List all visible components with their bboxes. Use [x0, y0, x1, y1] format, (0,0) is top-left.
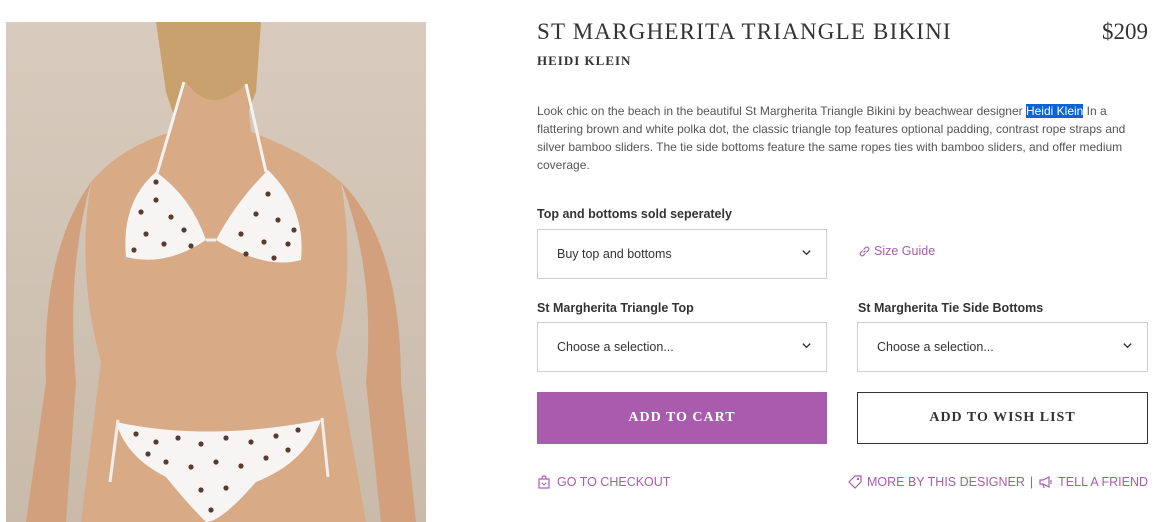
link-icon: [859, 246, 870, 256]
shopping-bag-icon: [538, 475, 550, 489]
bottoms-select-label: St Margherita Tie Side Bottoms: [858, 301, 1044, 315]
description-text: Look chic on the beach in the beautiful …: [537, 104, 1026, 118]
tell-a-friend-label: TELL A FRIEND: [1058, 475, 1148, 489]
product-title: ST MARGHERITA TRIANGLE BIKINI: [537, 19, 952, 44]
product-image: [6, 22, 426, 522]
add-to-cart-button[interactable]: ADD TO CART: [537, 392, 827, 444]
chevron-down-icon: [802, 343, 811, 349]
product-brand: HEIDI KLEIN: [537, 53, 632, 68]
chevron-down-icon: [802, 250, 811, 256]
product-description: Look chic on the beach in the beautiful …: [537, 102, 1147, 174]
tell-a-friend-link[interactable]: TELL A FRIEND: [1038, 475, 1148, 489]
purchase-option-label: Top and bottoms sold seperately: [537, 207, 732, 221]
tag-icon: [848, 475, 862, 489]
designer-link[interactable]: Heidi Klein: [1025, 104, 1084, 118]
megaphone-icon: [1039, 476, 1052, 489]
footer-links: MORE BY THIS DESIGNER | TELL A FRIEND: [848, 475, 1148, 489]
top-select-label: St Margherita Triangle Top: [537, 301, 694, 315]
bottoms-select-value: Choose a selection...: [877, 340, 994, 354]
size-guide-label: Size Guide: [874, 244, 936, 258]
go-to-checkout-link[interactable]: GO TO CHECKOUT: [537, 475, 670, 489]
more-by-designer-label: MORE BY THIS DESIGNER: [867, 475, 1025, 489]
purchase-option-value: Buy top and bottoms: [557, 247, 672, 261]
more-by-designer-link[interactable]: MORE BY THIS DESIGNER: [848, 475, 1025, 489]
size-guide-link[interactable]: Size Guide: [858, 244, 935, 258]
footer-separator: |: [1029, 475, 1034, 489]
product-price: $209: [1102, 19, 1148, 44]
go-to-checkout-label: GO TO CHECKOUT: [557, 475, 671, 489]
add-to-wishlist-button[interactable]: ADD TO WISH LIST: [857, 392, 1148, 444]
purchase-option-select[interactable]: Buy top and bottoms: [537, 229, 827, 279]
top-select-value: Choose a selection...: [557, 340, 674, 354]
chevron-down-icon: [1123, 343, 1132, 349]
bottoms-size-select[interactable]: Choose a selection...: [857, 322, 1148, 372]
top-size-select[interactable]: Choose a selection...: [537, 322, 827, 372]
